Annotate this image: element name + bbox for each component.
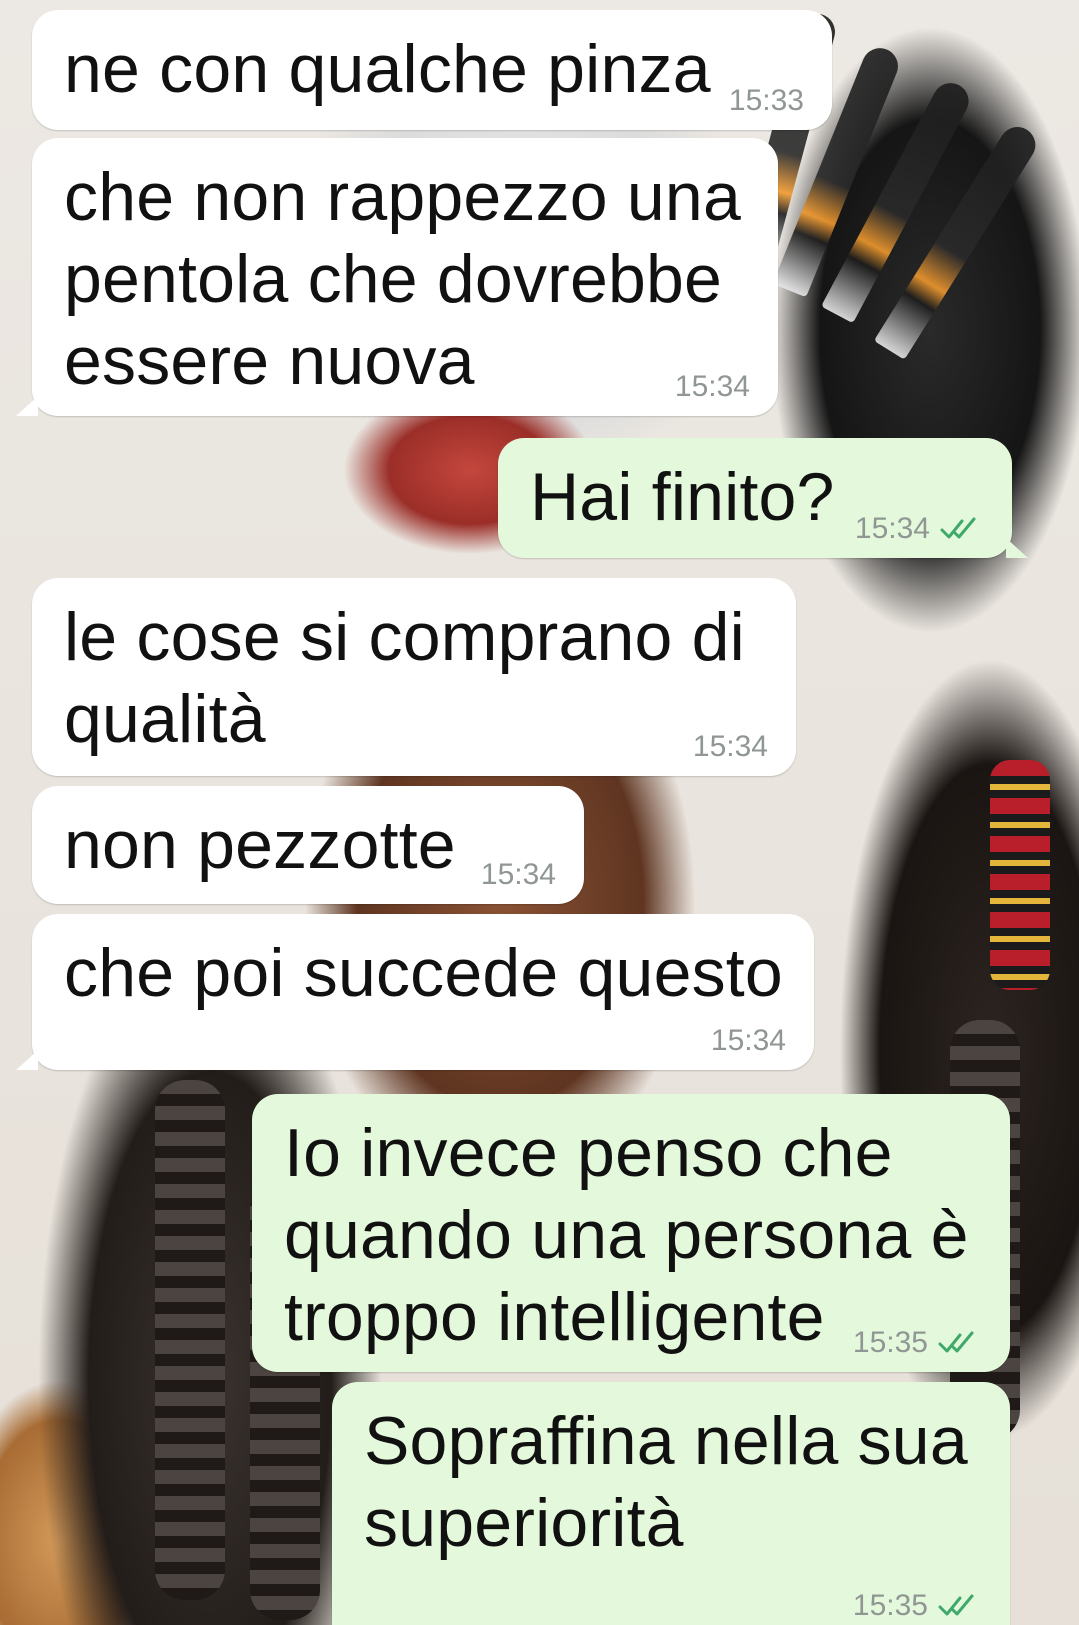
message-bubble[interactable]: Io invece penso che quando una persona è… [252,1094,1010,1372]
message-time: 15:35 [852,1326,928,1359]
message-bubble[interactable]: Sopraffina nella sua superiorità 15:35 [332,1382,1010,1625]
message-text: che non rappezzo una pentola che dovrebb… [64,159,741,399]
message-meta: 15:34 [711,1024,786,1058]
message-time: 15:34 [692,730,768,763]
message-bubble[interactable]: che non rappezzo una pentola che dovrebb… [16,138,778,416]
message-time: 15:33 [728,84,804,117]
message-text: ne con qualche pinza [64,31,711,107]
wallpaper-braid [155,1080,225,1600]
message-meta: 15:34 [693,730,768,764]
double-check-icon [938,1594,974,1616]
message-text: che poi succede questo [64,935,783,1011]
message-meta: 15:34 [855,512,984,546]
wallpaper-feather [873,120,1043,360]
message-text: Io invece penso che quando una persona è… [284,1115,969,1355]
message-time: 15:34 [710,1024,786,1057]
message-bubble[interactable]: le cose si comprano di qualità 15:34 [32,578,796,776]
wallpaper-band [990,760,1050,990]
double-check-icon [940,517,976,539]
message-bubble[interactable]: Hai finito? 15:34 [498,438,1028,558]
message-meta: 15:34 [675,370,750,404]
message-bubble[interactable]: che poi succede questo 15:34 [16,914,814,1070]
message-meta: 15:34 [481,858,556,892]
double-check-icon [938,1331,974,1353]
message-time: 15:34 [854,512,930,545]
message-time: 15:35 [852,1589,928,1622]
message-meta: 15:33 [729,84,804,118]
message-bubble[interactable]: non pezzotte 15:34 [32,786,584,904]
message-bubble[interactable]: ne con qualche pinza 15:33 [32,10,832,130]
message-text: Sopraffina nella sua superiorità [364,1403,968,1561]
message-text: le cose si comprano di qualità [64,599,745,757]
message-meta: 15:35 [853,1589,982,1623]
message-time: 15:34 [674,370,750,403]
message-meta: 15:35 [853,1326,982,1360]
message-time: 15:34 [480,858,556,891]
